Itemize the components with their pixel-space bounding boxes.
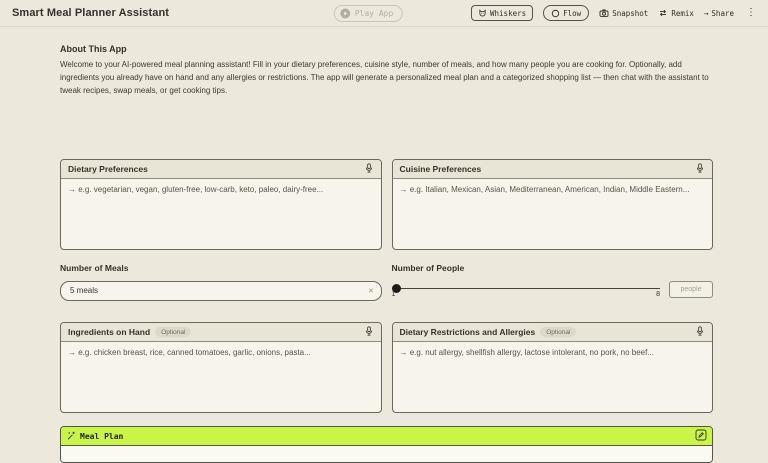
about-title: About This App (60, 44, 713, 54)
restrictions-header: Dietary Restrictions and Allergies Optio… (393, 323, 713, 342)
ingredients-header: Ingredients on Hand Optional (61, 323, 381, 342)
main-content: About This App Welcome to your AI-powere… (0, 44, 768, 463)
flow-button[interactable]: Flow (543, 5, 589, 21)
app-title: Smart Meal Planner Assistant (12, 7, 169, 19)
number-of-meals-input[interactable] (60, 281, 382, 301)
flow-circle-icon (551, 9, 560, 18)
cuisine-preferences-header: Cuisine Preferences (393, 160, 713, 179)
people-slider[interactable]: 1 8 (392, 280, 661, 302)
meal-plan-header: Meal Plan (61, 427, 712, 446)
microphone-icon[interactable] (695, 162, 705, 177)
number-of-meals-label: Number of Meals (60, 263, 382, 273)
overflow-menu-button[interactable]: ⋮ (744, 8, 758, 18)
header-actions: Whiskers Flow Snapshot (471, 5, 758, 21)
people-value-input[interactable] (669, 281, 713, 298)
magic-wand-icon (66, 431, 76, 441)
restrictions-input[interactable] (393, 342, 713, 412)
number-of-people-group: Number of People 1 8 (392, 263, 714, 302)
cuisine-preferences-input[interactable] (393, 179, 713, 249)
meal-plan-body (61, 446, 712, 462)
dietary-preferences-label: Dietary Preferences (68, 164, 148, 174)
flow-label: Flow (563, 9, 581, 18)
play-icon (340, 8, 351, 19)
number-of-people-label: Number of People (392, 263, 714, 273)
ingredients-label: Ingredients on Hand (68, 327, 150, 337)
share-arrow-icon: → (704, 9, 709, 18)
play-app-label: Play App (355, 9, 394, 18)
microphone-icon[interactable] (364, 162, 374, 177)
top-bar: Smart Meal Planner Assistant Play App Wh… (0, 0, 768, 27)
camera-icon (599, 8, 609, 18)
share-button[interactable]: → Share (704, 9, 734, 18)
whiskers-button[interactable]: Whiskers (471, 5, 533, 21)
slider-track[interactable] (392, 288, 661, 289)
restrictions-card: Dietary Restrictions and Allergies Optio… (392, 322, 714, 413)
counts-row: Number of Meals × Number of People 1 8 (60, 263, 713, 302)
cat-icon (478, 9, 487, 18)
optional-badge: Optional (540, 327, 576, 337)
microphone-icon[interactable] (695, 325, 705, 340)
slider-min-label: 1 (392, 291, 396, 298)
play-app-button[interactable]: Play App (334, 5, 403, 22)
number-of-people-field: 1 8 (392, 280, 714, 302)
preferences-row: Dietary Preferences Cuisine Preferences (60, 159, 713, 250)
remix-button[interactable]: Remix (658, 8, 694, 18)
about-section: About This App Welcome to your AI-powere… (60, 44, 713, 97)
snapshot-label: Snapshot (612, 9, 648, 18)
restrictions-label: Dietary Restrictions and Allergies (400, 327, 536, 337)
dietary-preferences-card: Dietary Preferences (60, 159, 382, 250)
dietary-preferences-header: Dietary Preferences (61, 160, 381, 179)
about-description: Welcome to your AI-powered meal planning… (60, 59, 713, 97)
share-label: Share (711, 9, 734, 18)
slider-max-label: 8 (656, 291, 660, 298)
meal-plan-title: Meal Plan (80, 432, 123, 441)
optional-row: Ingredients on Hand Optional Dietary Res… (60, 322, 713, 413)
clear-icon[interactable]: × (368, 286, 373, 295)
ingredients-input[interactable] (61, 342, 381, 412)
number-of-meals-field: × (60, 280, 382, 301)
edit-icon[interactable] (695, 429, 707, 444)
ingredients-card: Ingredients on Hand Optional (60, 322, 382, 413)
snapshot-button[interactable]: Snapshot (599, 8, 648, 18)
remix-icon (658, 8, 668, 18)
optional-badge: Optional (155, 327, 191, 337)
number-of-meals-group: Number of Meals × (60, 263, 382, 302)
dietary-preferences-input[interactable] (61, 179, 381, 249)
microphone-icon[interactable] (364, 325, 374, 340)
cuisine-preferences-card: Cuisine Preferences (392, 159, 714, 250)
whiskers-label: Whiskers (490, 9, 526, 18)
remix-label: Remix (671, 9, 694, 18)
cuisine-preferences-label: Cuisine Preferences (400, 164, 482, 174)
